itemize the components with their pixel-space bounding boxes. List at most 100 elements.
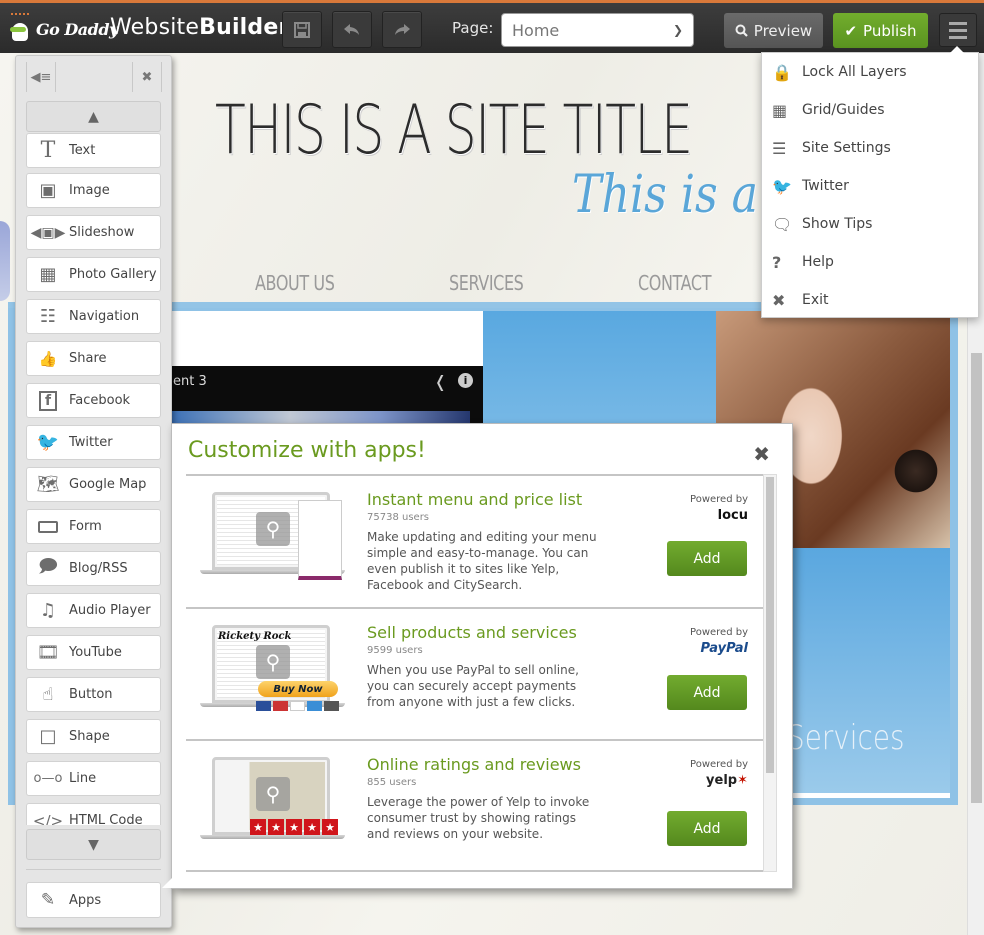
app-thumbnail[interactable]: Rickety Rock ⚲ Buy Now xyxy=(200,623,350,715)
tool-audio-player[interactable]: ♫ Audio Player xyxy=(26,593,161,628)
tool-shape[interactable]: □ Shape xyxy=(26,719,161,754)
site-tagline[interactable]: This is a xyxy=(572,165,758,225)
form-icon xyxy=(27,520,69,533)
tool-button[interactable]: ☝ Button xyxy=(26,677,161,712)
add-button[interactable]: Add xyxy=(667,675,747,710)
services-heading[interactable]: Services xyxy=(787,718,905,758)
magnifier-icon[interactable]: ⚲ xyxy=(256,645,290,679)
tool-label: YouTube xyxy=(69,645,122,660)
godaddy-logo[interactable]: Go Daddy xyxy=(8,9,118,49)
add-button[interactable]: Add xyxy=(667,811,747,846)
dialog-scrollbar[interactable] xyxy=(763,474,777,872)
tool-html-code[interactable]: </> HTML Code xyxy=(26,803,161,825)
tool-label: Facebook xyxy=(69,393,131,408)
tool-youtube[interactable]: 🎞 YouTube xyxy=(26,635,161,670)
godaddy-mascot-icon xyxy=(8,13,34,45)
tool-label: Text xyxy=(69,143,96,158)
apps-button[interactable]: ✎ Apps xyxy=(26,882,161,918)
close-icon: ✖ xyxy=(772,290,786,310)
powered-by: Powered by xyxy=(690,627,748,638)
magnifier-icon[interactable]: ⚲ xyxy=(256,512,290,546)
collapse-list-icon[interactable]: ◀≡ xyxy=(26,62,56,92)
tool-label: Google Map xyxy=(69,477,147,492)
tool-google-map[interactable]: 🗺 Google Map xyxy=(26,467,161,502)
dialog-scrollbar-thumb[interactable] xyxy=(766,477,774,773)
site-nav-contact[interactable]: CONTACT xyxy=(638,271,711,295)
tool-image[interactable]: ▣ Image xyxy=(26,173,161,208)
menu-item-help[interactable]: ? Help xyxy=(762,243,978,281)
yelp-logo-text: yelp xyxy=(706,773,738,788)
toolbox-drag-area[interactable] xyxy=(56,62,132,92)
tool-twitter[interactable]: 🐦 Twitter xyxy=(26,425,161,460)
tool-text[interactable]: T Text xyxy=(26,133,161,168)
close-icon[interactable]: ✖ xyxy=(753,442,770,466)
app-row: ⚲ Instant menu and price list 75738 user… xyxy=(186,476,763,609)
music-note-icon: ♫ xyxy=(39,600,57,621)
hamburger-icon-bar xyxy=(949,28,967,32)
menu-item-show-tips[interactable]: 🗨 Show Tips xyxy=(762,205,978,243)
tool-line[interactable]: o—o Line xyxy=(26,761,161,796)
dialog-title: Customize with apps! xyxy=(188,438,426,463)
tool-label: Navigation xyxy=(69,309,140,324)
menu-item-site-settings[interactable]: ☰ Site Settings xyxy=(762,129,978,167)
page-select-value: Home xyxy=(512,20,560,40)
app-title-light: Website xyxy=(110,15,200,40)
menu-item-grid-guides[interactable]: ▦ Grid/Guides xyxy=(762,91,978,129)
toolbox-scroll-down-button[interactable]: ▼ xyxy=(26,829,161,860)
undo-button[interactable] xyxy=(332,11,372,48)
menu-item-label: Twitter xyxy=(802,178,849,194)
app-thumbnail[interactable]: ⚲ ★ ★ ★ ★ ★ xyxy=(200,755,350,847)
tool-blog-rss[interactable]: 🗩 Blog/RSS xyxy=(26,551,161,586)
decorative-flower xyxy=(0,221,10,301)
tool-slideshow[interactable]: ◀▣▶ Slideshow xyxy=(26,215,161,250)
hamburger-icon-bar xyxy=(949,21,967,25)
line-icon: o—o xyxy=(33,771,63,786)
tool-label: Form xyxy=(69,519,102,534)
redo-button[interactable] xyxy=(382,11,422,48)
video-title: ent 3 xyxy=(173,374,207,389)
page-scrollbar-thumb[interactable] xyxy=(971,353,982,803)
lock-icon: 🔒 xyxy=(772,62,792,82)
site-nav-about-us[interactable]: ABOUT US xyxy=(255,271,335,295)
tool-share[interactable]: 👍 Share xyxy=(26,341,161,376)
share-icon[interactable]: ❬ xyxy=(434,372,447,391)
menu-item-lock-all-layers[interactable]: 🔒 Lock All Layers xyxy=(762,53,978,91)
tool-photo-gallery[interactable]: ▦ Photo Gallery xyxy=(26,257,161,292)
menu-item-label: Site Settings xyxy=(802,140,891,156)
app-name[interactable]: Online ratings and reviews xyxy=(367,755,581,774)
app-thumbnail[interactable]: ⚲ xyxy=(200,490,350,582)
main-menu-button[interactable] xyxy=(939,13,977,47)
add-button[interactable]: Add xyxy=(667,541,747,576)
app-row: ⚲ ★ ★ ★ ★ ★ Online ratings and reviews 855 u… xyxy=(186,741,763,870)
app-description: When you use PayPal to sell online, you … xyxy=(367,663,579,709)
tool-label: Share xyxy=(69,351,107,366)
tool-facebook[interactable]: f Facebook xyxy=(26,383,161,418)
floppy-disk-icon xyxy=(294,21,310,38)
menu-item-label: Show Tips xyxy=(802,216,873,232)
app-title-bold: Builder xyxy=(199,15,290,40)
tool-label: Blog/RSS xyxy=(69,561,128,576)
map-icon: 🗺 xyxy=(36,474,60,495)
info-icon[interactable]: i xyxy=(458,373,473,388)
toolbox-scroll-up-button[interactable]: ▲ xyxy=(26,101,161,132)
app-name[interactable]: Sell products and services xyxy=(367,623,577,642)
pushpin-icon[interactable]: ✖ xyxy=(132,62,162,92)
tool-navigation[interactable]: ☷ Navigation xyxy=(26,299,161,334)
magnifier-icon[interactable]: ⚲ xyxy=(256,777,290,811)
tool-form[interactable]: Form xyxy=(26,509,161,544)
menu-item-twitter[interactable]: 🐦 Twitter xyxy=(762,167,978,205)
chevron-down-icon: ▼ xyxy=(88,836,99,853)
chevron-down-icon: ❯ xyxy=(672,23,683,37)
sitemap-icon: ☷ xyxy=(39,306,57,327)
publish-button[interactable]: ✔ Publish xyxy=(833,13,928,48)
text-icon: T xyxy=(40,138,56,163)
site-nav-services[interactable]: SERVICES xyxy=(449,271,524,295)
preview-button[interactable]: Preview xyxy=(724,13,823,48)
page-select[interactable]: Home ❯ xyxy=(501,13,694,47)
app-name[interactable]: Instant menu and price list xyxy=(367,490,582,509)
menu-item-exit[interactable]: ✖ Exit xyxy=(762,281,978,319)
menu-item-label: Exit xyxy=(802,292,829,308)
site-title[interactable]: THIS IS A SITE TITLE xyxy=(215,91,693,170)
paypal-logo: PayPal xyxy=(700,641,748,656)
save-button[interactable] xyxy=(282,11,322,48)
